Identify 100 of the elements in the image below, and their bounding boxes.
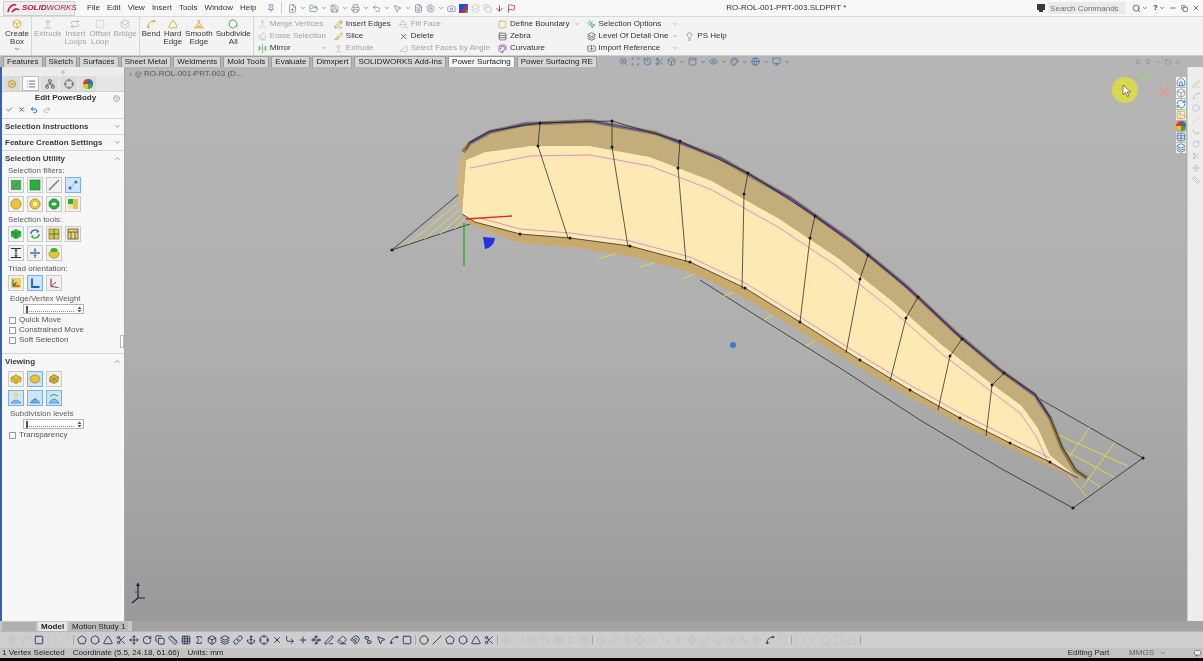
line-icon[interactable] [432,635,442,645]
menu-item[interactable]: View [127,4,145,12]
scissors-icon[interactable] [484,635,494,645]
ribbon-button[interactable]: Slice [333,30,391,42]
maximize-icon[interactable] [1165,58,1171,65]
square-icon[interactable] [34,635,44,645]
ribbon-button[interactable]: Zebra [497,30,579,42]
toggle-button[interactable] [27,177,43,193]
waypoints-icon[interactable] [311,635,321,645]
panel-tab[interactable] [22,76,39,91]
tree-item-label[interactable]: RO-ROL-001-PRT-003 (D... [144,70,243,78]
menu-item[interactable]: Window [204,4,234,12]
menu-item[interactable]: File [87,4,100,12]
menu-item[interactable]: Help [240,4,257,12]
ruler-icon[interactable] [168,635,178,645]
pin-icon[interactable] [1135,58,1141,65]
toggle-button[interactable] [46,275,62,291]
grid-icon[interactable] [181,635,191,645]
ribbon-button[interactable]: Mirror [257,42,326,54]
ribbon-button[interactable]: Smooth Edge [185,17,213,55]
link-icon[interactable] [233,635,243,645]
pin-icon[interactable] [266,4,275,12]
menu-item[interactable]: Edit [106,4,121,12]
ribbon-button[interactable]: Import Reference [586,42,678,54]
search-field[interactable]: Search Commands [1048,2,1127,14]
caret-icon[interactable] [699,58,706,65]
chevron-up-icon[interactable] [114,358,121,365]
copy-icon[interactable] [155,635,165,645]
ribbon-button[interactable]: Create Box [5,17,29,55]
new-file-icon[interactable] [287,3,297,13]
toggle-button[interactable] [8,390,24,406]
triangle-icon[interactable] [471,635,481,645]
undo-icon[interactable] [30,105,38,114]
chevron-down-icon[interactable] [114,139,121,146]
caret-icon[interactable] [319,45,326,51]
toggle-button[interactable] [27,390,43,406]
section-header[interactable]: Selection Instructions [5,122,89,131]
toggle-button[interactable] [8,196,24,212]
caret-icon[interactable] [1142,5,1149,11]
caret-icon[interactable] [1159,5,1165,11]
toggle-button[interactable] [46,177,62,193]
ribbon-button[interactable]: Define Boundary [497,18,579,30]
home-icon[interactable] [1176,77,1186,87]
toggle-button[interactable] [8,275,24,291]
hexagon-icon[interactable] [458,635,468,645]
origin-triad-drawing[interactable] [463,215,513,267]
toggle-button[interactable] [65,177,81,193]
bottom-tab[interactable]: Model [38,622,68,631]
pointer-icon[interactable] [376,635,386,645]
refresh-icon[interactable] [1176,99,1186,109]
bottom-tab[interactable]: Motion Study 1 [69,622,129,631]
section-header[interactable]: Selection Utility [5,154,65,163]
menu-item[interactable]: Tools [178,4,198,12]
caret-icon[interactable] [404,5,411,11]
move-icon[interactable] [129,635,139,645]
toggle-button[interactable] [8,177,24,193]
toggle-button[interactable] [27,196,43,212]
caret-icon[interactable] [572,21,579,27]
caret-icon[interactable] [671,45,678,51]
ribbon-button[interactable]: Curvature [497,42,579,54]
printer-icon[interactable] [350,3,360,13]
panel-tab[interactable] [60,76,77,91]
toggle-button[interactable] [8,226,24,242]
ribbon-button[interactable]: Insert Edges [333,18,391,30]
spin-arrows-icon[interactable] [77,306,82,313]
ribbon-button[interactable]: Bend [141,17,161,55]
collapse-handle[interactable] [120,335,124,348]
ungroup-icon[interactable] [363,635,373,645]
flag-icon[interactable] [506,3,516,13]
redo-icon[interactable] [43,105,51,114]
caret-icon[interactable] [362,5,369,11]
anchor-icon[interactable] [246,635,256,645]
palette-icon[interactable] [729,57,739,66]
caret-icon[interactable] [1160,650,1166,656]
slider-field[interactable] [23,419,84,429]
caret-icon[interactable] [783,58,790,65]
chat-icon[interactable] [1194,649,1201,657]
panel-tab[interactable] [3,76,20,91]
pentagon-icon[interactable] [445,635,455,645]
monitor-icon[interactable] [771,57,781,66]
cross-icon[interactable] [272,635,282,645]
caret-icon[interactable] [341,5,348,11]
ribbon-button[interactable]: PS Help [685,30,727,42]
toggle-button[interactable] [46,196,62,212]
caret-icon[interactable] [299,5,306,11]
cylinder-icon[interactable] [687,57,697,66]
ribbon-button[interactable]: Level Of Detail One [586,30,678,42]
corner-arrow-icon[interactable] [285,635,295,645]
ribbon-button[interactable]: Delete [398,30,490,42]
help-icon[interactable] [113,94,120,102]
checkbox-label[interactable]: Soft Selection [19,336,69,344]
restore-icon[interactable] [1181,4,1188,12]
open-folder-icon[interactable] [308,3,318,13]
slider-field[interactable] [23,304,84,314]
crosshair-icon[interactable] [259,635,269,645]
down-arrow-icon[interactable] [494,3,504,13]
caret-icon[interactable] [14,46,20,52]
toggle-button[interactable] [27,371,43,387]
toggle-button[interactable] [46,371,62,387]
toggle-button[interactable] [65,196,81,212]
